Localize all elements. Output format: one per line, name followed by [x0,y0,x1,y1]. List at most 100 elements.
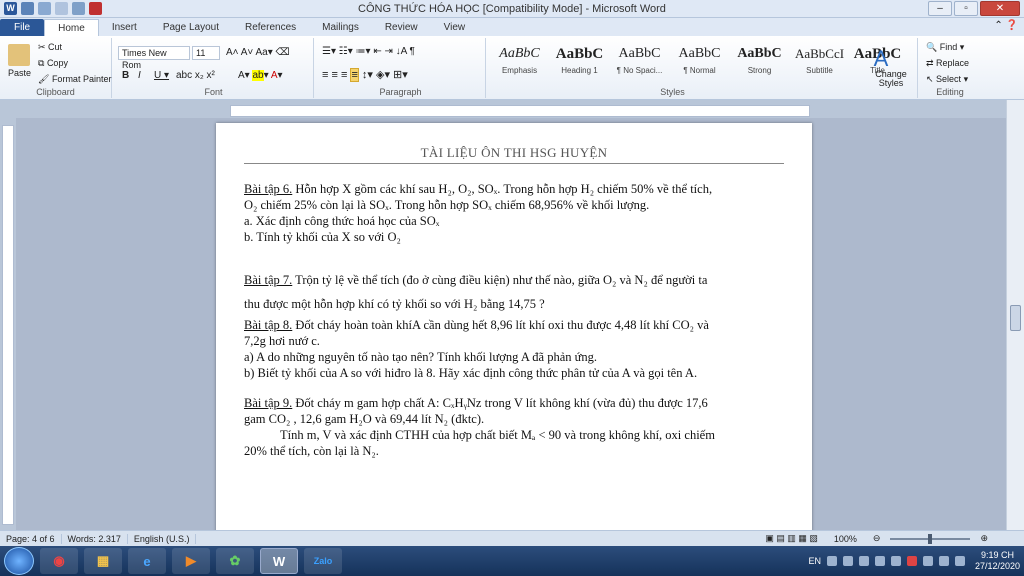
alignment-buttons[interactable]: ≡ ≡ ≡ ≡ ↕▾ ◈▾ ⊞▾ [322,68,408,82]
language-tray[interactable]: EN [808,556,821,566]
word-logo-icon[interactable]: W [4,2,17,15]
print-preview-icon[interactable] [72,2,85,15]
text-effects-highlight-color-buttons[interactable]: A▾ ab▾ A▾ [238,70,283,81]
save-icon[interactable] [21,2,34,15]
scroll-thumb[interactable] [1010,305,1021,331]
zoom-slider-thumb[interactable] [928,533,933,544]
windows-taskbar: ◉ ▦ e ▶ ✿ W Zalo EN 9:19 CH 27/12/2020 [0,546,1024,576]
antivirus-icon[interactable] [890,556,901,566]
undo-icon[interactable] [38,2,51,15]
zoom-level[interactable]: 100% [828,534,863,544]
help-icon[interactable]: ⌃ ❓ [994,20,1018,31]
zalo-icon[interactable]: Zalo [304,548,342,574]
paste-button[interactable]: Paste [8,68,31,78]
start-button[interactable] [4,547,34,575]
file-explorer-icon[interactable]: ▦ [84,548,122,574]
tab-home[interactable]: Home [44,19,99,36]
tab-references[interactable]: References [232,19,309,36]
paragraph-label: Paragraph [379,87,422,97]
system-tray: EN 9:19 CH 27/12/2020 [808,546,1020,576]
tray-icon[interactable] [906,556,917,566]
style-name: Heading 1 [561,66,598,75]
style-no-spacing[interactable]: AaBbC ¶ No Spaci... [610,42,669,82]
style-subtitle[interactable]: AaBbCcI Subtitle [790,42,849,82]
exercise-label: Bài tập 6. [244,182,293,196]
tab-review[interactable]: Review [372,19,431,36]
tray-icon[interactable] [922,556,933,566]
tab-view[interactable]: View [431,19,479,36]
chrome-icon[interactable]: ◉ [40,548,78,574]
title-bar: W CÔNG THỨC HÓA HỌC [Compatibility Mode]… [0,0,1024,18]
style-heading-1[interactable]: AaBbC Heading 1 [550,42,609,82]
zoom-slider[interactable] [890,533,971,544]
zoom-out-icon[interactable]: ⊖ [867,533,887,544]
tray-icon[interactable] [826,556,837,566]
minimize-button[interactable]: – [928,1,952,16]
style-preview: AaBbCcI [794,46,845,61]
internet-explorer-icon[interactable]: e [128,548,166,574]
text-line: Đốt cháy hoàn toàn khíA cần dùng hết 8,9… [292,318,709,332]
tab-page-layout[interactable]: Page Layout [150,19,232,36]
change-styles-button[interactable]: Change Styles [868,70,914,88]
zoom-in-icon[interactable]: ⊕ [974,533,994,544]
copy-label: Copy [46,58,68,68]
status-bar: Page: 4 of 6 Words: 2.317 English (U.S.)… [0,530,1024,546]
editing-label: Editing [936,87,964,97]
style-name: ¶ No Spaci... [616,66,663,75]
app-icon[interactable]: ✿ [216,548,254,574]
underline-button[interactable]: U ▾ [154,70,169,81]
exercise-label: Bài tập 8. [244,318,293,332]
replace-button[interactable]: ⇄ Replace [926,58,969,69]
style-name: ¶ Normal [683,66,716,75]
clock-time: 9:19 CH [980,550,1014,560]
strikethrough-sub-super-buttons[interactable]: abc x₂ x² [176,70,215,81]
clock[interactable]: 9:19 CH 27/12/2020 [975,550,1020,572]
vertical-ruler[interactable] [2,125,14,525]
font-label: Font [204,87,223,97]
text-line: O₂ chiếm 25% còn lại là SOₓ. Trong hỗn h… [244,198,650,212]
find-label: Find [939,42,958,52]
format-painter-button[interactable]: 🖌 Format Painter [38,74,111,85]
close-button[interactable]: ✕ [980,1,1020,16]
horizontal-ruler[interactable] [230,105,810,117]
italic-button[interactable]: I [138,70,141,81]
view-buttons[interactable]: ▣ ▤ ▥ ▦ ▧ [759,533,824,544]
find-button[interactable]: 🔍 Find ▾ [926,42,964,53]
vertical-scrollbar[interactable] [1006,100,1024,530]
language-indicator[interactable]: English (U.S.) [128,533,197,544]
font-size-select[interactable]: 11 [192,46,220,60]
tray-icon[interactable] [874,556,885,566]
word-count[interactable]: Words: 2.317 [62,533,128,544]
select-button[interactable]: ↖ Select ▾ [926,74,968,85]
network-icon[interactable] [938,556,949,566]
style-strong[interactable]: AaBbC Strong [730,42,789,82]
copy-button[interactable]: ⧉ Copy [38,58,68,69]
document-page[interactable]: TÀI LIỆU ÔN THI HSG HUYỆN Bài tập 6. Hỗn… [216,123,812,530]
tab-mailings[interactable]: Mailings [309,19,372,36]
grow-shrink-font-buttons[interactable]: A˄ A˅ Aa▾ ⌫ [226,47,290,58]
volume-icon[interactable] [954,556,965,566]
style-normal[interactable]: AaBbC ¶ Normal [670,42,729,82]
list-indent-buttons[interactable]: ☰▾ ☷▾ ≔▾ ⇤ ⇥ ↓A ¶ [322,46,415,57]
bold-button[interactable]: B [122,70,129,81]
paste-icon[interactable] [8,44,30,66]
style-emphasis[interactable]: AaBbC Emphasis [490,42,549,82]
font-name-select[interactable]: Times New Rom [118,46,190,70]
word-taskbar-icon[interactable]: W [260,548,298,574]
bluetooth-icon[interactable] [858,556,869,566]
tab-file[interactable]: File [0,19,45,36]
exercise-7: Bài tập 7. Trộn tỷ lệ về thể tích (đo ở … [244,268,784,316]
tab-insert[interactable]: Insert [99,19,150,36]
style-name: Strong [747,66,772,75]
media-player-icon[interactable]: ▶ [172,548,210,574]
select-label: Select [936,74,962,84]
redo-icon[interactable] [55,2,68,15]
page-count[interactable]: Page: 4 of 6 [0,533,62,544]
maximize-button[interactable]: ▫ [954,1,978,16]
tray-icon[interactable] [842,556,853,566]
style-preview: AaBbC [499,46,540,61]
document-area: TÀI LIỆU ÔN THI HSG HUYỆN Bài tập 6. Hỗn… [16,118,1006,530]
font-color-icon[interactable] [89,2,102,15]
cut-button[interactable]: ✂ Cut [38,42,62,53]
styles-label: Styles [660,87,685,97]
